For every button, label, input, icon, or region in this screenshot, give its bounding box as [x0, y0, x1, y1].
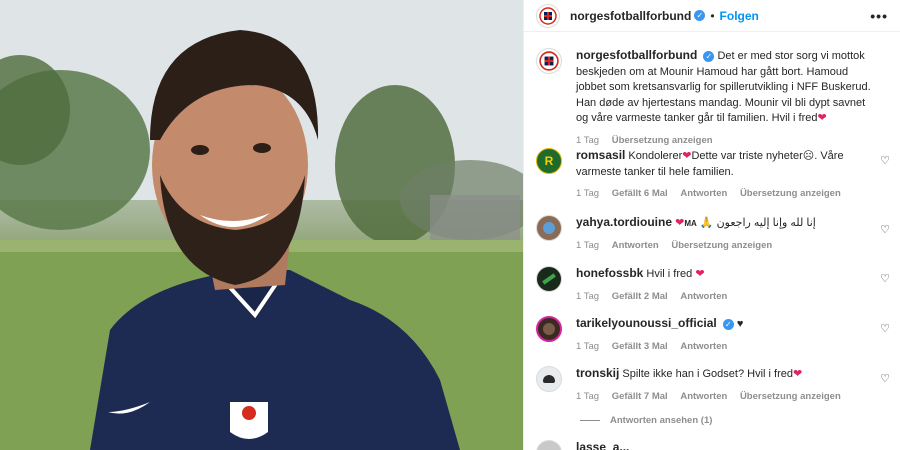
post-photo[interactable]	[0, 0, 523, 450]
separator-dot: •	[710, 8, 715, 23]
sad-face-emoji-icon: ☹	[802, 150, 815, 162]
nff-logo-icon	[539, 6, 557, 25]
comment-item-partial: lasse_a...	[536, 440, 890, 450]
translate-link[interactable]: Übersetzung anzeigen	[671, 240, 772, 251]
like-heart-icon[interactable]: ♡	[880, 223, 890, 236]
heart-emoji-icon: ❤	[695, 268, 705, 280]
commenter-avatar[interactable]	[536, 440, 562, 450]
comment-item: R romsasil Kondolerer❤Dette var triste n…	[536, 148, 890, 202]
comment-item: yahya.tordiouine ❤MA 🙏 إنا لله وإنا إليه…	[536, 215, 890, 253]
comment-time[interactable]: 1 Tag	[576, 188, 599, 199]
avatar-photo-icon	[543, 375, 555, 383]
comment-time[interactable]: 1 Tag	[576, 341, 599, 352]
heart-emoji-icon: ❤	[817, 112, 827, 124]
caption-time[interactable]: 1 Tag	[576, 135, 599, 146]
header-username[interactable]: norgesfotballforbund	[570, 9, 691, 23]
comment-item: tarikelyounoussi_official ✓ ♥ 1 Tag Gefä…	[536, 316, 890, 354]
translate-link[interactable]: Übersetzung anzeigen	[740, 188, 841, 199]
avatar-photo-icon	[543, 323, 555, 335]
comment-likes[interactable]: Gefällt 7 Mal	[612, 391, 668, 402]
more-icon[interactable]: •••	[870, 8, 888, 24]
like-heart-icon[interactable]: ♡	[880, 322, 890, 335]
reply-button[interactable]: Antworten	[680, 391, 727, 402]
divider-line	[580, 420, 600, 421]
reply-button[interactable]: Antworten	[680, 341, 727, 352]
comment-likes[interactable]: Gefällt 2 Mal	[612, 291, 668, 302]
comment-text: Kondolerer	[628, 150, 683, 162]
heart-emoji-icon: ❤	[793, 368, 803, 380]
comment-username[interactable]: yahya.tordiouine	[576, 215, 672, 229]
comment-username[interactable]: lasse_a...	[576, 440, 629, 450]
comment-time[interactable]: 1 Tag	[576, 291, 599, 302]
comment-text: Spilte ikke han i Godset? Hvil i fred	[622, 368, 793, 380]
comment-text: Dette var triste nyheter	[691, 150, 803, 162]
comment-likes[interactable]: Gefällt 6 Mal	[612, 188, 668, 199]
praying-hands-emoji-icon: 🙏	[699, 217, 714, 229]
comment-item: tronskij Spilte ikke han i Godset? Hvil …	[536, 366, 890, 404]
reply-button[interactable]: Antworten	[680, 188, 727, 199]
commenter-avatar[interactable]: R	[536, 148, 562, 174]
comment-username[interactable]: tarikelyounoussi_official	[576, 316, 717, 330]
reply-button[interactable]: Antworten	[680, 291, 727, 302]
verified-icon: ✓	[722, 318, 734, 330]
avatar-photo-icon	[543, 222, 555, 234]
commenter-avatar[interactable]	[536, 215, 562, 241]
comment-username[interactable]: tronskij	[576, 366, 619, 380]
caption-translate-link[interactable]: Übersetzung anzeigen	[612, 135, 713, 146]
comment-text: MA	[684, 219, 697, 228]
comment-time[interactable]: 1 Tag	[576, 240, 599, 251]
follow-button[interactable]: Folgen	[720, 9, 759, 23]
translate-link[interactable]: Übersetzung anzeigen	[740, 391, 841, 402]
like-heart-icon[interactable]: ♡	[880, 272, 890, 285]
comment-likes[interactable]: Gefällt 3 Mal	[612, 341, 668, 352]
comment-text: إنا لله وإنا إليه راجعون	[716, 217, 816, 229]
nff-logo-avatar[interactable]	[536, 3, 560, 28]
reply-button[interactable]: Antworten	[612, 240, 659, 251]
view-replies-button[interactable]: Antworten ansehen (1)	[580, 415, 712, 426]
comment-time[interactable]: 1 Tag	[576, 391, 599, 402]
commenter-avatar[interactable]	[536, 266, 562, 292]
comment-item: honefossbk Hvil i fred ❤ 1 Tag Gefällt 2…	[536, 266, 890, 304]
comment-username[interactable]: honefossbk	[576, 266, 643, 280]
post-header: norgesfotballforbund ✓ • Folgen •••	[524, 0, 900, 32]
view-replies-label: Antworten ansehen (1)	[610, 415, 713, 426]
comment-text: Hvil i fred	[646, 268, 693, 280]
post-caption: norgesfotballforbund ✓ Det er med stor s…	[524, 32, 900, 148]
black-heart-emoji-icon: ♥	[736, 318, 744, 330]
post-detail-panel: norgesfotballforbund ✓ • Folgen ••• norg…	[523, 0, 900, 450]
commenter-avatar-story[interactable]	[536, 316, 562, 342]
caption-username[interactable]: norgesfotballforbund	[576, 48, 697, 62]
like-heart-icon[interactable]: ♡	[880, 372, 890, 385]
commenter-avatar[interactable]	[536, 366, 562, 392]
nff-logo-icon	[539, 51, 559, 71]
heart-emoji-icon: ❤	[675, 217, 685, 229]
romsasil-logo-icon: R	[544, 154, 554, 168]
like-heart-icon[interactable]: ♡	[880, 154, 890, 167]
verified-icon: ✓	[694, 10, 706, 21]
comment-username[interactable]: romsasil	[576, 148, 625, 162]
honefoss-logo-icon	[542, 273, 556, 285]
caption-avatar[interactable]	[536, 48, 562, 74]
photo-illustration	[0, 0, 523, 450]
verified-icon: ✓	[703, 50, 715, 62]
